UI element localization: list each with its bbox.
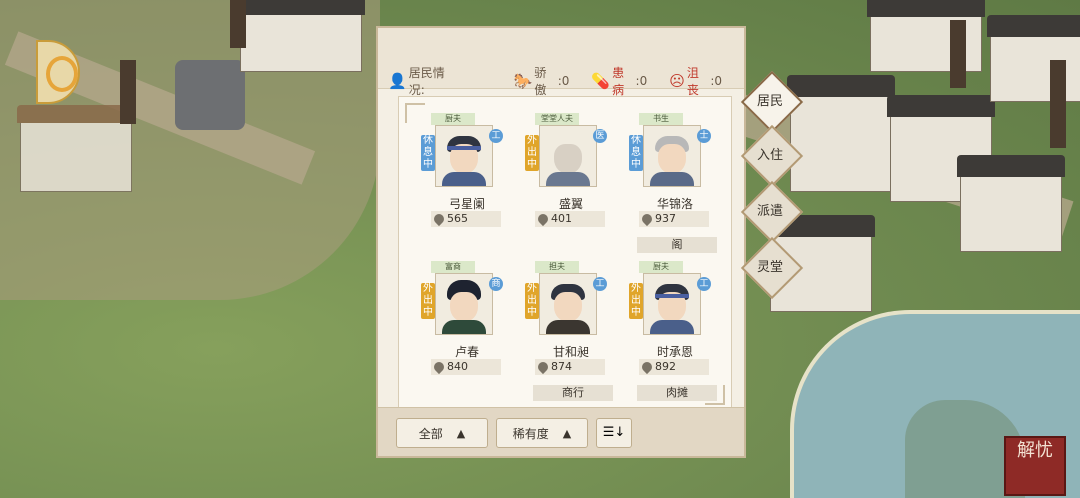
stat-label: 骄傲 [534,66,547,97]
role-tag: 担夫 [535,261,579,273]
tab-dispatch[interactable]: 派遣 [740,180,804,244]
filter-all-label: 全部 [418,426,443,441]
resident-portrait [539,273,597,335]
stat-sick: 💊 患病:0 [591,66,648,97]
resident-status-bar: 👤 居民情况: 🐎 骄傲:0 💊 患病:0 ☹ 沮丧:0 [388,64,744,98]
stat-label: 患病 [612,66,625,97]
blacksmith-building[interactable] [175,60,245,130]
shop-banner [230,0,246,48]
resident-name: 弓星阑 [448,197,485,211]
assigned-place: 阁 [637,237,717,253]
state-badge: 休息中 [421,135,435,171]
state-badge: 休息中 [629,135,643,171]
pill-icon: 💊 [591,72,611,90]
resident-name: 甘和昶 [552,345,589,359]
resident-name: 华锦洛 [656,197,693,211]
horse-icon: 🐎 [513,72,533,90]
shop-banner [950,20,966,88]
shop-banner [120,60,136,124]
resident-name: 盛翼 [558,197,583,211]
job-icon: 商 [489,277,503,291]
panel-footer: 全部 ▲ 稀有度 ▲ ☰↓ [378,407,744,456]
resident-status: 👤 居民情况: [388,64,492,98]
panel-header: 👤 居民情况: 🐎 骄傲:0 💊 患病:0 ☹ 沮丧:0 [378,28,744,97]
sad-face-icon: ☹ [669,72,685,90]
stat-value: 0 [561,74,570,88]
job-icon: 士 [697,129,711,143]
house[interactable] [17,105,135,192]
shop-banner [1050,60,1066,148]
resident-card[interactable]: 厨夫 休息中 工 弓星阑 565 [421,113,521,253]
sort-order-icon[interactable]: ☰↓ [596,418,632,448]
status-label: 居民情况: [408,66,445,97]
jieyou-seal-button[interactable]: 解忧 [1004,436,1066,496]
resident-portrait [643,273,701,335]
resident-grid: 厨夫 休息中 工 弓星阑 565 堂堂人夫 外出中 医 盛翼 401 书生 休息… [398,96,732,412]
resident-panel: 👤 居民情况: 🐎 骄傲:0 💊 患病:0 ☹ 沮丧:0 厨夫 休息中 工 弓星… [376,26,746,458]
resident-portrait [643,125,701,187]
resident-score: 401 [535,211,605,227]
tab-label: 派遣 [756,204,783,219]
stat-label: 沮丧 [686,66,699,97]
resident-score: 892 [639,359,709,375]
filter-all-button[interactable]: 全部 ▲ [396,418,488,448]
resident-score: 874 [535,359,605,375]
resident-portrait [435,125,493,187]
house[interactable] [237,0,365,72]
role-tag: 堂堂人夫 [535,113,579,125]
resident-card[interactable]: 堂堂人夫 外出中 医 盛翼 401 [525,113,625,253]
job-icon: 工 [593,277,607,291]
state-badge: 外出中 [629,283,643,319]
resident-card[interactable]: 富商 外出中 商 卢春 840 [421,261,521,401]
role-tag: 富商 [431,261,475,273]
resident-name: 卢春 [454,345,479,359]
tab-label: 灵堂 [756,260,783,275]
assigned-place: 肉摊 [637,385,717,401]
person-icon: 👤 [388,72,407,90]
stat-sad: ☹ 沮丧:0 [669,66,722,97]
tab-move-in[interactable]: 入住 [740,124,804,188]
tab-residents[interactable]: 居民 [740,70,804,134]
house[interactable] [787,75,895,192]
stat-proud: 🐎 骄傲:0 [513,66,570,97]
state-badge: 外出中 [421,283,435,319]
house[interactable] [957,155,1065,252]
role-tag: 书生 [639,113,683,125]
tab-label: 入住 [756,148,783,163]
sort-rarity-button[interactable]: 稀有度 ▲ [496,418,588,448]
resident-score: 840 [431,359,501,375]
house[interactable] [987,15,1080,102]
resident-portrait [539,125,597,187]
role-tag: 厨夫 [431,113,475,125]
resident-name: 时承恩 [656,345,693,359]
resident-score: 565 [431,211,501,227]
state-badge: 外出中 [525,283,539,319]
resident-portrait [435,273,493,335]
stat-value: 0 [639,74,648,88]
tab-label: 居民 [756,94,783,109]
chevron-up-icon: ▲ [562,426,572,440]
job-icon: 医 [593,129,607,143]
resident-card[interactable]: 厨夫 外出中 工 时承恩 892 肉摊 [629,261,729,401]
assigned-place: 商行 [533,385,613,401]
resident-card[interactable]: 书生 休息中 士 华锦洛 937 阁 [629,113,729,253]
sort-rarity-label: 稀有度 [512,426,549,441]
job-icon: 工 [697,277,711,291]
chevron-up-icon: ▲ [456,426,466,440]
role-tag: 厨夫 [639,261,683,273]
stat-value: 0 [714,74,722,88]
tab-memorial[interactable]: 灵堂 [740,236,804,300]
job-icon: 工 [489,129,503,143]
resident-score: 937 [639,211,709,227]
resident-card[interactable]: 担夫 外出中 工 甘和昶 874 商行 [525,261,625,401]
state-badge: 外出中 [525,135,539,171]
